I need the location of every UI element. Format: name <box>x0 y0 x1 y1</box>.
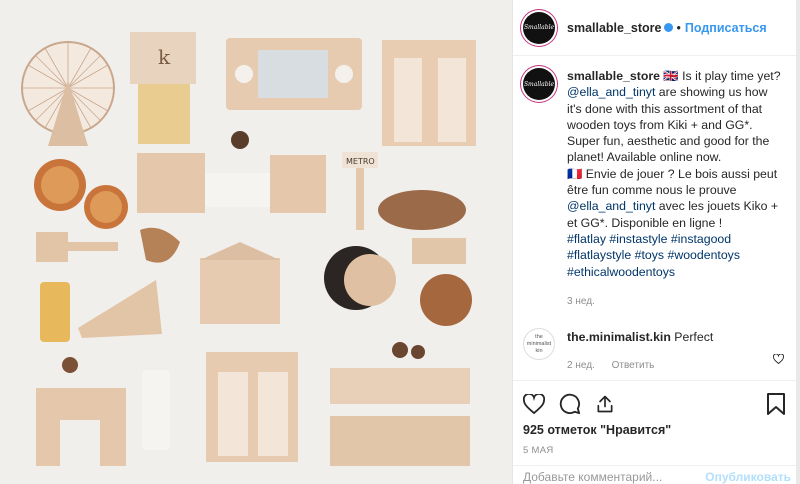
hashtag-link[interactable]: #flatlay <box>567 232 606 246</box>
hashtag-link[interactable]: #woodentoys <box>668 248 740 262</box>
separator: • <box>676 20 681 35</box>
avatar[interactable]: Smallable <box>523 68 555 100</box>
hashtag-link[interactable]: #instagood <box>671 232 731 246</box>
reply-button[interactable]: Ответить <box>612 360 655 371</box>
flag-fr: 🇫🇷 <box>567 166 583 181</box>
mention-link[interactable]: @ella_and_tinyt <box>567 85 655 99</box>
caption-username[interactable]: smallable_store <box>567 69 660 83</box>
post-photo[interactable]: k METRO <box>0 0 512 484</box>
mention-link[interactable]: @ella_and_tinyt <box>567 199 655 213</box>
comment-time[interactable]: 2 нед. <box>567 360 595 371</box>
post-date[interactable]: 5 МАЯ <box>523 445 791 456</box>
wooden-toys-flatlay-image: k METRO <box>0 0 512 484</box>
hashtag-link[interactable]: #instastyle <box>609 232 667 246</box>
scrollbar[interactable] <box>796 0 800 484</box>
svg-text:k: k <box>158 45 171 69</box>
share-icon[interactable] <box>595 394 615 414</box>
comment-input[interactable]: Добавьте комментарий... <box>523 470 705 484</box>
avatar[interactable]: the minimalist kin <box>523 328 555 361</box>
comment-meta: 2 нед. Ответить <box>567 360 713 371</box>
comment-icon[interactable] <box>559 393 581 415</box>
heart-icon[interactable] <box>523 394 545 414</box>
caption-line: Envie de jouer ? Le bois aussi peut être… <box>567 166 778 198</box>
bookmark-icon[interactable] <box>767 393 785 415</box>
hashtag-link[interactable]: #flatlaystyle <box>567 248 631 262</box>
caption-line: Is it play time yet? <box>682 69 781 83</box>
verified-icon <box>663 23 673 32</box>
username[interactable]: smallable_store <box>567 21 662 35</box>
wood-slice <box>378 190 466 230</box>
caption: Smallable smallable_store 🇬🇧 Is it play … <box>513 56 800 310</box>
avatar[interactable]: Smallable <box>523 11 555 44</box>
action-icons <box>523 389 791 419</box>
comment: the minimalist kin the.minimalist.kin Pe… <box>513 310 800 371</box>
comment-body: the.minimalist.kin Perfect 2 нед. Ответи… <box>567 330 713 371</box>
heart-icon[interactable] <box>773 354 784 365</box>
caption-text: smallable_store 🇬🇧 Is it play time yet? … <box>567 68 781 310</box>
comment-text: Perfect <box>674 330 714 345</box>
action-bar: 925 отметок "Нравится" 5 МАЯ <box>513 380 800 456</box>
post-sidebar: Smallable smallable_store • Подписаться … <box>512 0 800 484</box>
likes-count[interactable]: 925 отметок "Нравится" <box>523 423 791 437</box>
temple-toy <box>200 258 280 324</box>
hashtag-link[interactable]: #toys <box>635 248 664 262</box>
comment-username[interactable]: the.minimalist.kin <box>567 330 671 344</box>
nutmeg <box>420 274 472 326</box>
publish-button[interactable]: Опубликовать <box>705 470 791 484</box>
add-comment-bar: Добавьте комментарий... Опубликовать <box>513 465 800 484</box>
follow-button[interactable]: Подписаться <box>685 21 767 35</box>
flag-uk: 🇬🇧 <box>663 69 679 83</box>
post-header: Smallable smallable_store • Подписаться <box>513 0 800 56</box>
caption-time[interactable]: 3 нед. <box>567 294 781 310</box>
hashtag-link[interactable]: #ethicalwoodentoys <box>567 265 675 279</box>
svg-text:METRO: METRO <box>346 157 375 166</box>
instagram-post: k METRO Smallable smallable_store • Подп… <box>0 0 800 484</box>
